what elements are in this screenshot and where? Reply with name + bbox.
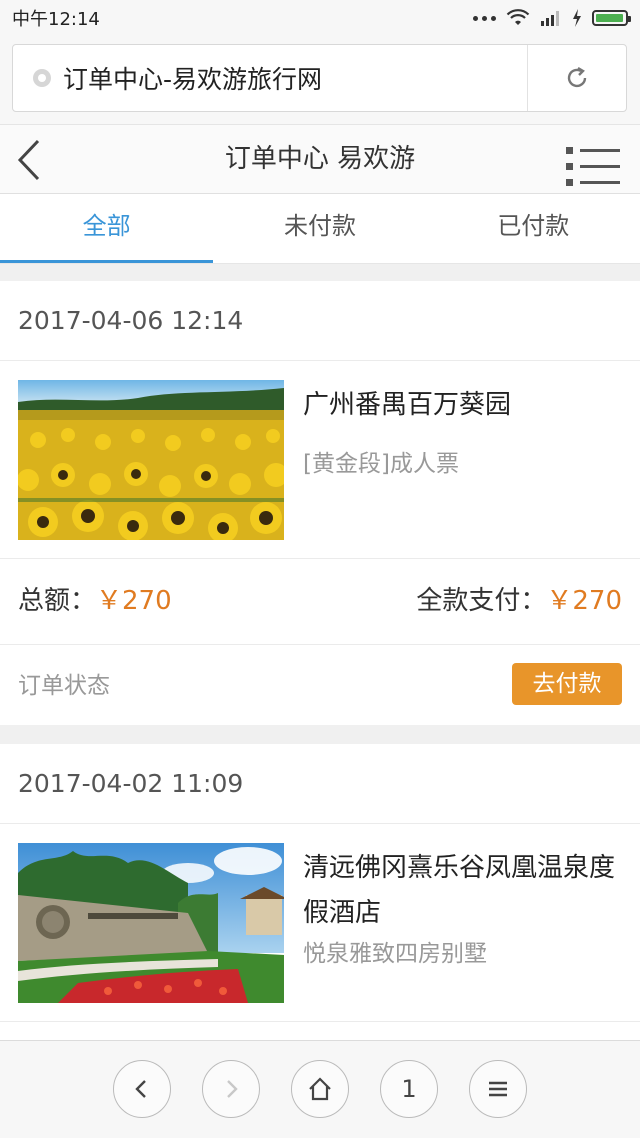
signal-icon [541, 11, 559, 26]
order-date: 2017-04-06 12:14 [0, 281, 640, 361]
order-status-row: 订单状态 去付款 [0, 645, 640, 725]
page-title: 订单中心 易欢游 [224, 144, 416, 174]
order-card: 2017-04-06 12:14 广州番禺百万葵园 [黄金段]成人票 总额：￥2… [0, 281, 640, 725]
product-spec: 悦泉雅致四房别墅 [303, 941, 487, 967]
chevron-left-icon [135, 1080, 146, 1098]
order-product[interactable]: 清远佛冈熹乐谷凤凰温泉度假酒店 悦泉雅致四房别墅 [0, 824, 640, 1022]
tab-paid[interactable]: 已付款 [427, 194, 640, 263]
reload-icon [567, 66, 587, 88]
browser-bottom-nav: 1 [0, 1040, 640, 1138]
more-dots-icon [473, 15, 496, 21]
order-tabs: 全部 未付款 已付款 [0, 194, 640, 264]
browser-toolbar: 订单中心-易欢游旅行网 [0, 36, 640, 124]
tab-all[interactable]: 全部 [0, 194, 214, 263]
status-time: 中午12:14 [12, 9, 100, 30]
sunflower-field-image [18, 380, 284, 540]
url-bar[interactable]: 订单中心-易欢游旅行网 [12, 44, 627, 112]
menu-button[interactable] [566, 147, 624, 187]
site-icon [33, 69, 51, 87]
order-status-label: 订单状态 [18, 673, 110, 699]
order-card: 2017-04-02 11:09 清远佛冈熹乐谷凤凰温泉度假酒店 悦泉雅致四房别… [0, 744, 640, 1040]
product-image[interactable] [18, 380, 284, 540]
charging-icon [573, 9, 581, 27]
browser-forward-button[interactable] [202, 1060, 260, 1118]
browser-home-button[interactable] [291, 1060, 349, 1118]
wifi-icon [506, 9, 530, 25]
product-image[interactable] [18, 843, 284, 1003]
full-payment-price: ￥270 [546, 586, 622, 616]
browser-menu-button[interactable] [469, 1060, 527, 1118]
browser-back-button[interactable] [113, 1060, 171, 1118]
reload-button[interactable] [528, 45, 626, 111]
product-name[interactable]: 广州番禺百万葵园 [303, 383, 623, 428]
battery-icon [592, 10, 631, 26]
order-product[interactable]: 广州番禺百万葵园 [黄金段]成人票 [0, 361, 640, 559]
product-spec: [黄金段]成人票 [303, 451, 459, 477]
status-bar: 中午12:14 [0, 0, 640, 36]
hamburger-icon [489, 1081, 507, 1097]
total-label: 总额： [18, 586, 97, 616]
tab-unpaid[interactable]: 未付款 [213, 194, 426, 263]
product-name[interactable]: 清远佛冈熹乐谷凤凰温泉度假酒店 [303, 846, 623, 936]
order-date: 2017-04-02 11:09 [0, 744, 640, 824]
hot-spring-resort-image [18, 843, 284, 1003]
total-price: ￥270 [96, 586, 172, 616]
browser-tabs-button[interactable]: 1 [380, 1060, 438, 1118]
url-title[interactable]: 订单中心-易欢游旅行网 [63, 60, 527, 96]
home-icon [309, 1077, 331, 1101]
full-payment-label: 全款支付： [416, 586, 547, 616]
status-icons [473, 9, 631, 27]
page-header: 订单中心 易欢游 [0, 124, 640, 194]
pay-button[interactable]: 去付款 [512, 663, 622, 705]
menu-icon [566, 147, 624, 154]
chevron-right-icon [227, 1080, 238, 1098]
order-total-row: 总额：￥270 全款支付：￥270 [0, 559, 640, 645]
